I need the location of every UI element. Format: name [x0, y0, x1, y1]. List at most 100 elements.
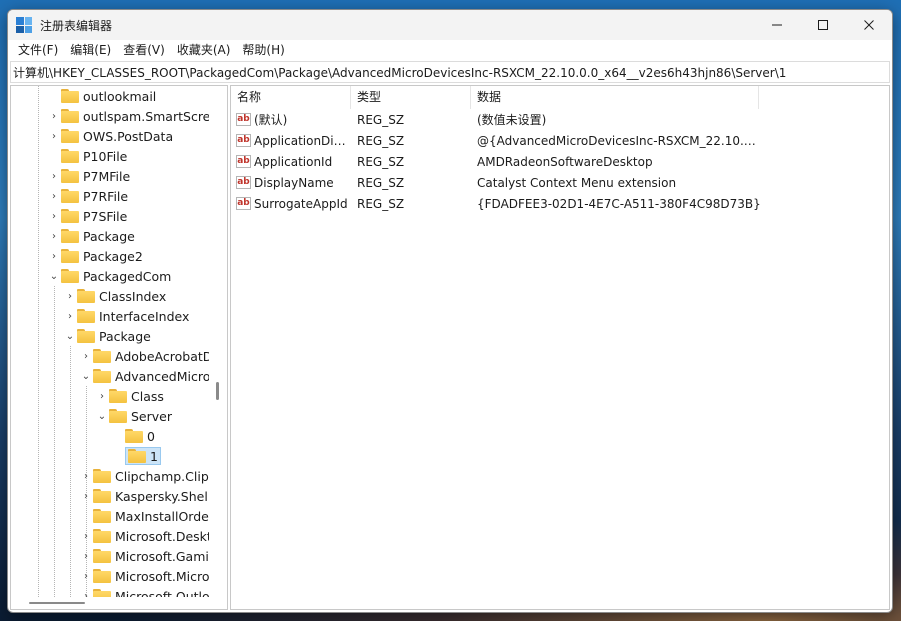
tree-node[interactable]: ⌄ Package	[63, 326, 151, 346]
chevron-right-icon[interactable]: ›	[79, 466, 93, 486]
chevron-right-icon[interactable]: ›	[47, 126, 61, 146]
tree-node-label[interactable]: Class	[131, 389, 164, 404]
tree-node[interactable]: P10File	[47, 146, 127, 166]
tree-node-label[interactable]: P7RFile	[83, 189, 128, 204]
chevron-right-icon[interactable]: ›	[79, 486, 93, 506]
selected-tree-node[interactable]: 1	[125, 447, 161, 465]
chevron-right-icon[interactable]: ›	[47, 106, 61, 126]
chevron-down-icon[interactable]: ⌄	[63, 326, 77, 346]
tree-node[interactable]: › Package	[47, 226, 135, 246]
chevron-right-icon[interactable]: ›	[47, 226, 61, 246]
string-value-icon: ab	[236, 176, 251, 189]
tree-node-label[interactable]: Package	[99, 329, 151, 344]
column-data-header[interactable]: 数据	[471, 86, 759, 109]
tree-node-label[interactable]: Kaspersky.Shell	[115, 489, 209, 504]
tree-node[interactable]: › Clipchamp.Clipc	[79, 466, 209, 486]
tree-node[interactable]: › OWS.PostData	[47, 126, 173, 146]
close-button[interactable]	[846, 10, 892, 40]
tree-node[interactable]: › Microsoft.Gamin	[79, 546, 209, 566]
tree-node-label[interactable]: Microsoft.Micro	[115, 569, 209, 584]
tree-node-label[interactable]: Microsoft.Gamin	[115, 549, 209, 564]
address-bar[interactable]: 计算机\HKEY_CLASSES_ROOT\PackagedCom\Packag…	[10, 61, 890, 83]
tree-node[interactable]: › P7MFile	[47, 166, 130, 186]
title-bar[interactable]: 注册表编辑器	[8, 10, 892, 40]
tree-node[interactable]: ⌄ AdvancedMicro	[79, 366, 209, 386]
tree-node-label[interactable]: P7SFile	[83, 209, 127, 224]
tree-node[interactable]: › Microsoft.Deskt	[79, 526, 209, 546]
tree-node-label[interactable]: Package	[83, 229, 135, 244]
tree-node-label[interactable]: Server	[131, 409, 172, 424]
tree-node[interactable]: › Package2	[47, 246, 143, 266]
menu-view[interactable]: 查看(V)	[117, 40, 171, 61]
tree-node-label[interactable]: AdobeAcrobatD	[115, 349, 209, 364]
tree-node-label[interactable]: Microsoft.Deskt	[115, 529, 209, 544]
menu-favorites[interactable]: 收藏夹(A)	[171, 40, 237, 61]
minimize-button[interactable]	[754, 10, 800, 40]
address-path[interactable]: 计算机\HKEY_CLASSES_ROOT\PackagedCom\Packag…	[13, 64, 786, 81]
tree-node-label[interactable]: 1	[150, 449, 158, 464]
tree-node-label[interactable]: InterfaceIndex	[99, 309, 189, 324]
tree-node[interactable]: › P7SFile	[47, 206, 127, 226]
chevron-right-icon[interactable]: ›	[79, 546, 93, 566]
tree-guide-line	[70, 346, 71, 597]
tree-node-label[interactable]: Clipchamp.Clipc	[115, 469, 209, 484]
tree-node[interactable]: MaxInstallOrder	[79, 506, 209, 526]
tree-node[interactable]: › P7RFile	[47, 186, 128, 206]
tree-node[interactable]: ⌄ PackagedCom	[47, 266, 172, 286]
folder-icon	[125, 429, 143, 443]
tree-horizontal-scroll-thumb[interactable]	[29, 602, 85, 604]
menu-file[interactable]: 文件(F)	[12, 40, 64, 61]
maximize-button[interactable]	[800, 10, 846, 40]
menu-edit[interactable]: 编辑(E)	[64, 40, 117, 61]
tree-node-label[interactable]: P7MFile	[83, 169, 130, 184]
tree-node[interactable]: › AdobeAcrobatD	[79, 346, 209, 366]
menu-help[interactable]: 帮助(H)	[236, 40, 290, 61]
tree-node-label[interactable]: 0	[147, 429, 155, 444]
tree-node-label[interactable]: AdvancedMicro	[115, 369, 209, 384]
chevron-right-icon[interactable]: ›	[79, 566, 93, 586]
tree-vertical-scrollbar[interactable]	[209, 86, 227, 609]
tree-node[interactable]: › Microsoft.Micro	[79, 566, 209, 586]
value-row[interactable]: ab (默认) REG_SZ (数值未设置)	[231, 109, 889, 130]
chevron-right-icon[interactable]: ›	[79, 346, 93, 366]
chevron-right-icon[interactable]: ›	[47, 186, 61, 206]
tree-node[interactable]: outlookmail	[47, 86, 156, 106]
chevron-right-icon[interactable]: ›	[63, 306, 77, 326]
value-row[interactable]: ab SurrogateAppId REG_SZ {FDADFEE3-02D1-4E7…	[231, 193, 889, 214]
tree-node-label[interactable]: P10File	[83, 149, 127, 164]
chevron-right-icon[interactable]: ›	[47, 166, 61, 186]
tree-node[interactable]: › Class	[95, 386, 164, 406]
value-name-cell: ab ApplicationDis...	[231, 134, 351, 148]
chevron-down-icon[interactable]: ⌄	[79, 366, 93, 386]
tree-node-label[interactable]: ClassIndex	[99, 289, 166, 304]
tree-node-label[interactable]: PackagedCom	[83, 269, 171, 284]
column-name-header[interactable]: 名称	[231, 86, 351, 109]
tree-node[interactable]: 1	[111, 446, 161, 466]
tree-node-label[interactable]: Package2	[83, 249, 143, 264]
value-row[interactable]: ab DisplayName REG_SZ Catalyst Context Menu…	[231, 172, 889, 193]
chevron-down-icon[interactable]: ⌄	[95, 406, 109, 426]
tree-node[interactable]: › outlspam.SmartScree	[47, 106, 209, 126]
tree-node-label[interactable]: outlspam.SmartScree	[83, 109, 209, 124]
tree-node-label[interactable]: OWS.PostData	[83, 129, 173, 144]
chevron-right-icon[interactable]: ›	[63, 286, 77, 306]
chevron-right-icon[interactable]: ›	[95, 386, 109, 406]
tree-vertical-scroll-thumb[interactable]	[216, 382, 219, 400]
tree-horizontal-scrollbar[interactable]	[11, 597, 209, 609]
tree-node[interactable]: › Kaspersky.Shell	[79, 486, 209, 506]
chevron-right-icon[interactable]: ›	[47, 246, 61, 266]
value-row[interactable]: ab ApplicationDis... REG_SZ @{AdvancedMicro…	[231, 130, 889, 151]
chevron-right-icon[interactable]: ›	[47, 206, 61, 226]
tree-node-label[interactable]: outlookmail	[83, 89, 156, 104]
tree-node-label[interactable]: MaxInstallOrder	[115, 509, 209, 524]
chevron-down-icon[interactable]: ⌄	[47, 266, 61, 286]
folder-icon	[109, 389, 127, 403]
column-type-header[interactable]: 类型	[351, 86, 471, 109]
tree-node[interactable]: ⌄ Server	[95, 406, 172, 426]
value-row[interactable]: ab ApplicationId REG_SZ AMDRadeonSoftwareDe…	[231, 151, 889, 172]
tree-node[interactable]: › InterfaceIndex	[63, 306, 189, 326]
tree-node[interactable]: › ClassIndex	[63, 286, 166, 306]
value-type: REG_SZ	[357, 175, 405, 190]
tree-node[interactable]: 0	[111, 426, 155, 446]
chevron-right-icon[interactable]: ›	[79, 526, 93, 546]
